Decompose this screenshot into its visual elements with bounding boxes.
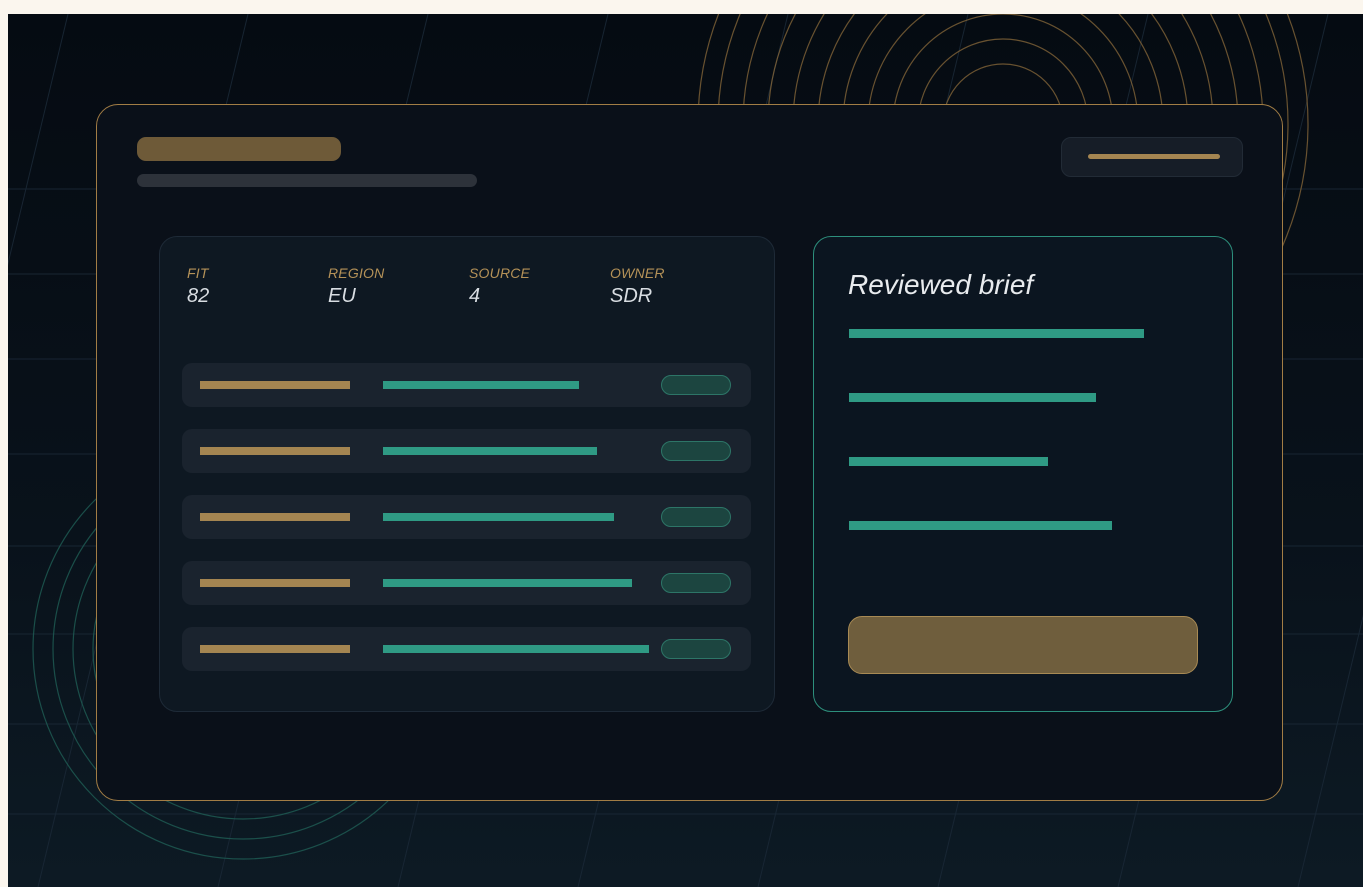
metric-label: REGION [328,265,385,281]
metric-label: FIT [187,265,209,281]
list-row[interactable] [182,429,751,473]
row-detail-placeholder [383,447,597,455]
brief-line [849,329,1144,338]
brief-line [849,393,1096,402]
row-detail-placeholder [383,381,579,389]
title-placeholder [137,137,341,161]
brief-title: Reviewed brief [848,269,1034,300]
row-action-chip[interactable] [661,507,731,527]
list-row[interactable] [182,363,751,407]
lead-data-panel: FIT 82 REGION EU SOURCE 4 OWNER SDR [159,236,775,712]
metric-label: OWNER [610,265,665,281]
row-name-placeholder [200,381,350,389]
list-row[interactable] [182,561,751,605]
main-card: FIT 82 REGION EU SOURCE 4 OWNER SDR Revi… [96,104,1283,801]
list-row[interactable] [182,495,751,539]
row-name-placeholder [200,579,350,587]
brief-line [849,521,1112,530]
metric-label: SOURCE [469,265,531,281]
row-name-placeholder [200,645,350,653]
row-action-chip[interactable] [661,375,731,395]
canvas: FIT 82 REGION EU SOURCE 4 OWNER SDR Revi… [8,14,1363,887]
metric-value: 4 [469,285,481,307]
metric-owner: OWNER SDR [610,265,665,308]
brief-line [849,457,1048,466]
subtitle-placeholder [137,174,477,187]
row-action-chip[interactable] [661,441,731,461]
metric-value: EU [328,285,356,307]
brief-primary-button[interactable] [848,616,1198,674]
top-action-button[interactable] [1061,137,1243,177]
metric-fit: FIT 82 [187,265,209,308]
metric-value: SDR [610,285,653,307]
top-action-label-placeholder [1088,154,1220,159]
list-row[interactable] [182,627,751,671]
metric-region: REGION EU [328,265,384,308]
metric-value: 82 [187,285,210,307]
row-detail-placeholder [383,513,614,521]
row-action-chip[interactable] [661,573,731,593]
row-name-placeholder [200,513,350,521]
row-name-placeholder [200,447,350,455]
metric-source: SOURCE 4 [469,265,530,308]
row-detail-placeholder [383,579,632,587]
reviewed-brief-panel: Reviewed brief [813,236,1233,712]
row-action-chip[interactable] [661,639,731,659]
row-detail-placeholder [383,645,649,653]
